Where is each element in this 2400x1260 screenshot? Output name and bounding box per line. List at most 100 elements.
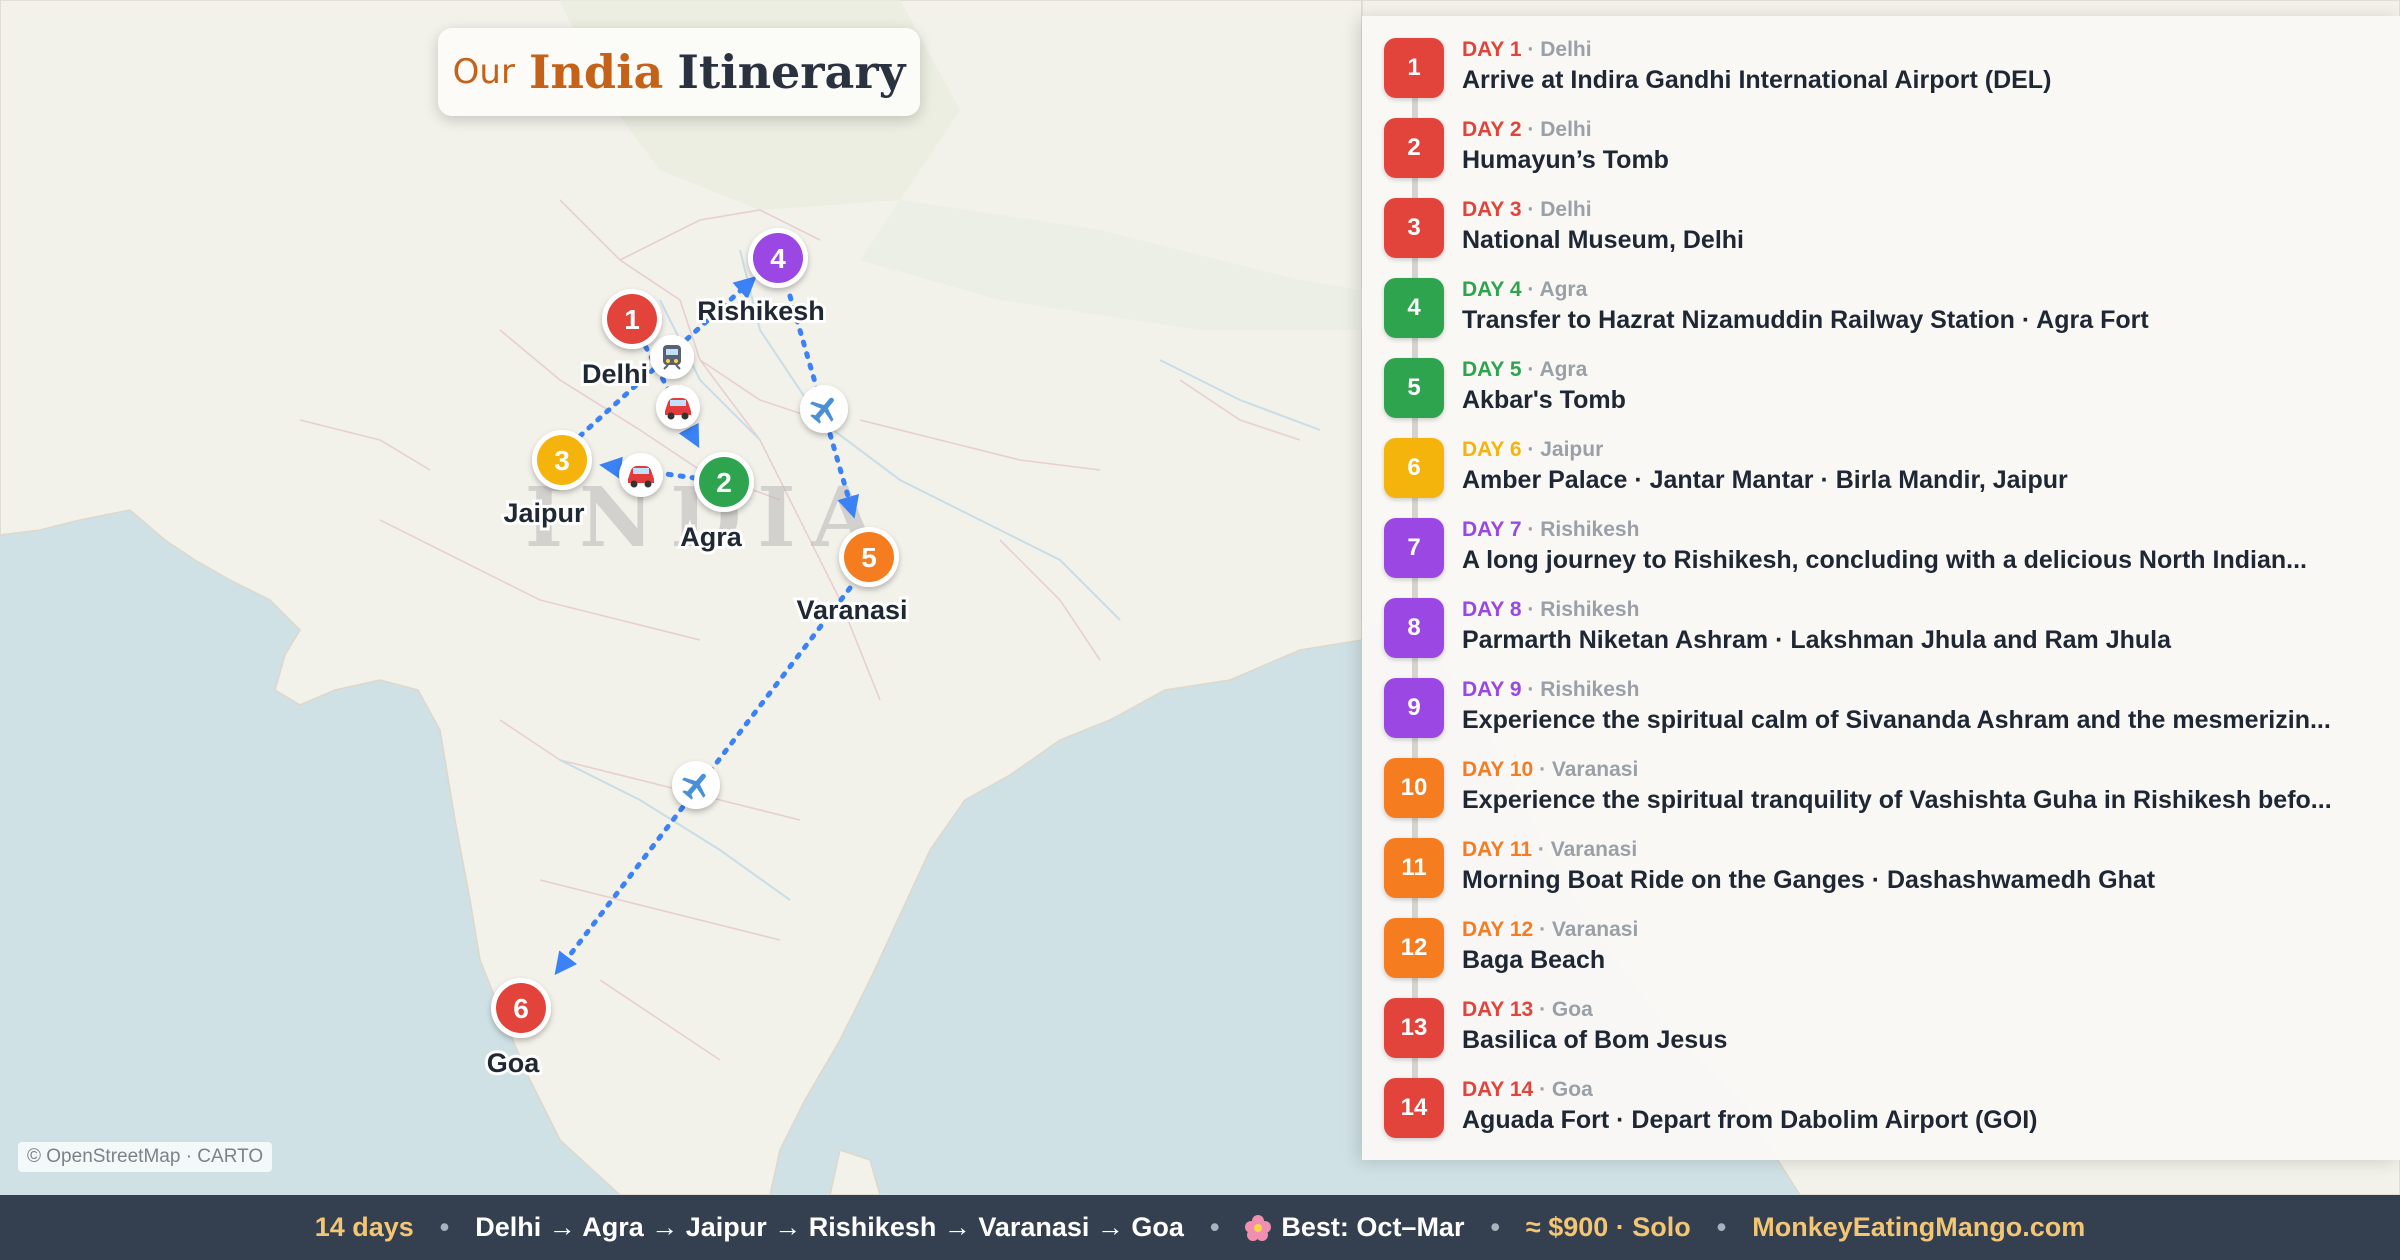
day-label: DAY 4 (1462, 278, 1522, 301)
day-separator: · (1521, 438, 1541, 461)
day-title: A long journey to Rishikesh, concluding … (1462, 546, 2307, 574)
day-meta: DAY 8 · Rishikesh (1462, 598, 1639, 622)
footer-site-link[interactable]: MonkeyEatingMango.com (1752, 1212, 2085, 1243)
stop-marker-agra[interactable]: 2 (694, 452, 754, 512)
day-title: Humayun’s Tomb (1462, 146, 1669, 174)
day-city: Jaipur (1540, 438, 1604, 461)
day-label: DAY 9 (1462, 678, 1522, 701)
stop-number: 6 (513, 993, 529, 1024)
day-row[interactable]: 3 DAY 3 · Delhi National Museum, Delhi (1362, 176, 2400, 258)
day-meta: DAY 1 · Delhi (1462, 38, 1592, 62)
footer-route: Delhi → Agra → Jaipur → Rishikesh → Vara… (475, 1212, 1184, 1242)
footer-separator: • (1716, 1212, 1727, 1242)
day-separator: · (1521, 678, 1541, 701)
day-label: DAY 12 (1462, 918, 1534, 941)
day-number-badge: 1 (1384, 38, 1444, 98)
stop-label-agra: Agra (680, 522, 742, 552)
day-label: DAY 11 (1462, 838, 1533, 861)
title-itinerary: Itinerary (677, 45, 906, 99)
day-row[interactable]: 5 DAY 5 · Agra Akbar's Tomb (1362, 336, 2400, 418)
day-label: DAY 2 (1462, 118, 1522, 141)
day-city: Goa (1551, 1078, 1593, 1101)
footer-season: Best: Oct–Mar (1281, 1212, 1465, 1242)
day-meta: DAY 4 · Agra (1462, 278, 1587, 302)
title-india: India (528, 45, 664, 99)
itinerary-panel[interactable]: 1 DAY 1 · Delhi Arrive at Indira Gandhi In… (1362, 16, 2400, 1160)
day-number-badge: 2 (1384, 118, 1444, 178)
day-label: DAY 5 (1462, 358, 1522, 381)
stop-marker-goa[interactable]: 6 (491, 978, 551, 1038)
stop-number: 2 (716, 467, 732, 498)
day-row[interactable]: 1 DAY 1 · Delhi Arrive at Indira Gandhi In… (1362, 16, 2400, 98)
day-row[interactable]: 14 DAY 14 · Goa Aguada Fort · Depart from … (1362, 1056, 2400, 1138)
day-separator: · (1521, 518, 1541, 541)
stop-marker-jaipur[interactable]: 3 (532, 430, 592, 490)
day-title: Amber Palace · Jantar Mantar · Birla Man… (1462, 466, 2068, 494)
day-meta: DAY 6 · Jaipur (1462, 438, 1603, 462)
footer-separator: • (1490, 1212, 1500, 1242)
day-city: Delhi (1540, 118, 1592, 141)
day-city: Agra (1539, 358, 1588, 381)
stop-label-jaipur: Jaipur (503, 498, 585, 528)
day-row[interactable]: 7 DAY 7 · Rishikesh A long journey to Rish… (1362, 496, 2400, 578)
day-label: DAY 1 (1462, 38, 1522, 61)
day-city: Varanasi (1551, 758, 1639, 781)
day-meta: DAY 10 · Varanasi (1462, 758, 1638, 782)
day-row[interactable]: 12 DAY 12 · Varanasi Baga Beach (1362, 896, 2400, 978)
car-icon (656, 385, 700, 429)
day-row[interactable]: 11 DAY 11 · Varanasi Morning Boat Ride on … (1362, 816, 2400, 898)
stop-label-goa: Goa (487, 1048, 540, 1078)
day-title: Akbar's Tomb (1462, 386, 1626, 414)
day-meta: DAY 5 · Agra (1462, 358, 1587, 382)
day-label: DAY 3 (1462, 198, 1522, 221)
day-row[interactable]: 4 DAY 4 · Agra Transfer to Hazrat Nizamudd… (1362, 256, 2400, 338)
day-city: Rishikesh (1540, 598, 1640, 621)
day-row[interactable]: 6 DAY 6 · Jaipur Amber Palace · Jantar Man… (1362, 416, 2400, 498)
stop-label-rishikesh: Rishikesh (697, 296, 825, 326)
stop-label-varanasi: Varanasi (796, 595, 907, 625)
title-card: Our India Itinerary (438, 28, 920, 116)
day-separator: · (1521, 358, 1540, 381)
footer-budget: ≈ $900 · Solo (1525, 1212, 1691, 1242)
day-city: Varanasi (1551, 918, 1639, 941)
day-title: Basilica of Bom Jesus (1462, 1026, 1728, 1054)
footer-duration: 14 days (314, 1212, 414, 1242)
day-number-badge: 11 (1384, 838, 1444, 898)
day-title: Experience the spiritual calm of Sivanan… (1462, 706, 2331, 734)
plane-icon (672, 761, 720, 809)
stop-label-delhi: Delhi (582, 359, 648, 389)
day-number-badge: 12 (1384, 918, 1444, 978)
day-separator: · (1533, 918, 1552, 941)
stop-marker-delhi[interactable]: 1 (602, 289, 662, 349)
day-title: Baga Beach (1462, 946, 1606, 974)
day-label: DAY 13 (1462, 998, 1534, 1021)
day-city: Delhi (1540, 198, 1592, 221)
map-attribution[interactable]: © OpenStreetMap · CARTO (18, 1142, 273, 1172)
day-row[interactable]: 8 DAY 8 · Rishikesh Parmarth Niketan Ashra… (1362, 576, 2400, 658)
day-row[interactable]: 9 DAY 9 · Rishikesh Experience the spiritu… (1362, 656, 2400, 738)
day-separator: · (1521, 278, 1540, 301)
day-number-badge: 3 (1384, 198, 1444, 258)
day-number-badge: 6 (1384, 438, 1444, 498)
day-number-badge: 7 (1384, 518, 1444, 578)
day-row[interactable]: 2 DAY 2 · Delhi Humayun’s Tomb (1362, 96, 2400, 178)
day-title: Morning Boat Ride on the Ganges · Dashas… (1462, 866, 2156, 894)
day-city: Rishikesh (1540, 518, 1640, 541)
plane-icon (800, 385, 848, 433)
day-title: Parmarth Niketan Ashram · Lakshman Jhula… (1462, 626, 2172, 654)
day-title: Arrive at Indira Gandhi International Ai… (1462, 66, 2052, 94)
day-city: Varanasi (1550, 838, 1638, 861)
day-row[interactable]: 10 DAY 10 · Varanasi Experience the spirit… (1362, 736, 2400, 818)
day-separator: · (1521, 118, 1541, 141)
stop-number: 3 (554, 445, 570, 476)
flower-icon (1245, 1214, 1272, 1241)
day-title: Aguada Fort · Depart from Dabolim Airpor… (1462, 1106, 2038, 1134)
stop-marker-rishikesh[interactable]: 4 (748, 228, 808, 288)
stop-number: 1 (624, 304, 640, 335)
day-separator: · (1521, 38, 1541, 61)
footer-bar: 14 days • Delhi → Agra → Jaipur → Rishik… (0, 1195, 2400, 1260)
day-row[interactable]: 13 DAY 13 · Goa Basilica of Bom Jesus (1362, 976, 2400, 1058)
stop-marker-varanasi[interactable]: 5 (839, 527, 899, 587)
train-icon (650, 335, 694, 379)
day-number-badge: 14 (1384, 1078, 1444, 1138)
